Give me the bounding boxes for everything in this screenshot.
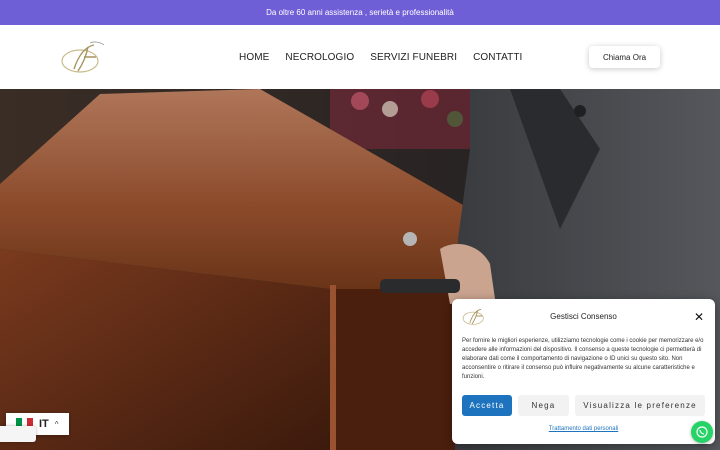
consent-title: Gestisci Consenso xyxy=(550,312,617,321)
nav-home[interactable]: HOME xyxy=(239,52,269,63)
top-announcement-bar: Da oltre 60 anni assistenza , serietà e … xyxy=(0,0,720,25)
nav-necrologio[interactable]: NECROLOGIO xyxy=(285,52,354,63)
deny-button[interactable]: Nega xyxy=(518,395,569,416)
whatsapp-icon[interactable] xyxy=(691,421,713,443)
chevron-up-icon: ^ xyxy=(54,419,59,429)
whatsapp-glyph-icon xyxy=(696,426,708,438)
privacy-policy-link[interactable]: Trattamento dati personali xyxy=(452,426,715,432)
consent-description: Per fornire le migliori esperienze, util… xyxy=(462,338,704,380)
recaptcha-badge[interactable] xyxy=(0,426,36,442)
call-now-button[interactable]: Chiama Ora xyxy=(589,46,660,68)
view-preferences-button[interactable]: Visualizza le preferenze xyxy=(575,395,705,416)
nav-servizi-funebri[interactable]: SERVIZI FUNEBRI xyxy=(370,52,457,63)
cookie-consent-dialog: Gestisci Consenso ✕ Per fornire le migli… xyxy=(452,299,715,444)
accept-button[interactable]: Accetta xyxy=(462,395,512,416)
nav-contatti[interactable]: CONTATTI xyxy=(473,52,522,63)
announcement-text: Da oltre 60 anni assistenza , serietà e … xyxy=(266,8,454,17)
logo-monogram[interactable] xyxy=(60,39,110,75)
language-code: IT xyxy=(39,418,49,430)
main-nav: HOME NECROLOGIO SERVIZI FUNEBRI CONTATTI xyxy=(239,52,522,63)
close-icon[interactable]: ✕ xyxy=(694,310,704,324)
